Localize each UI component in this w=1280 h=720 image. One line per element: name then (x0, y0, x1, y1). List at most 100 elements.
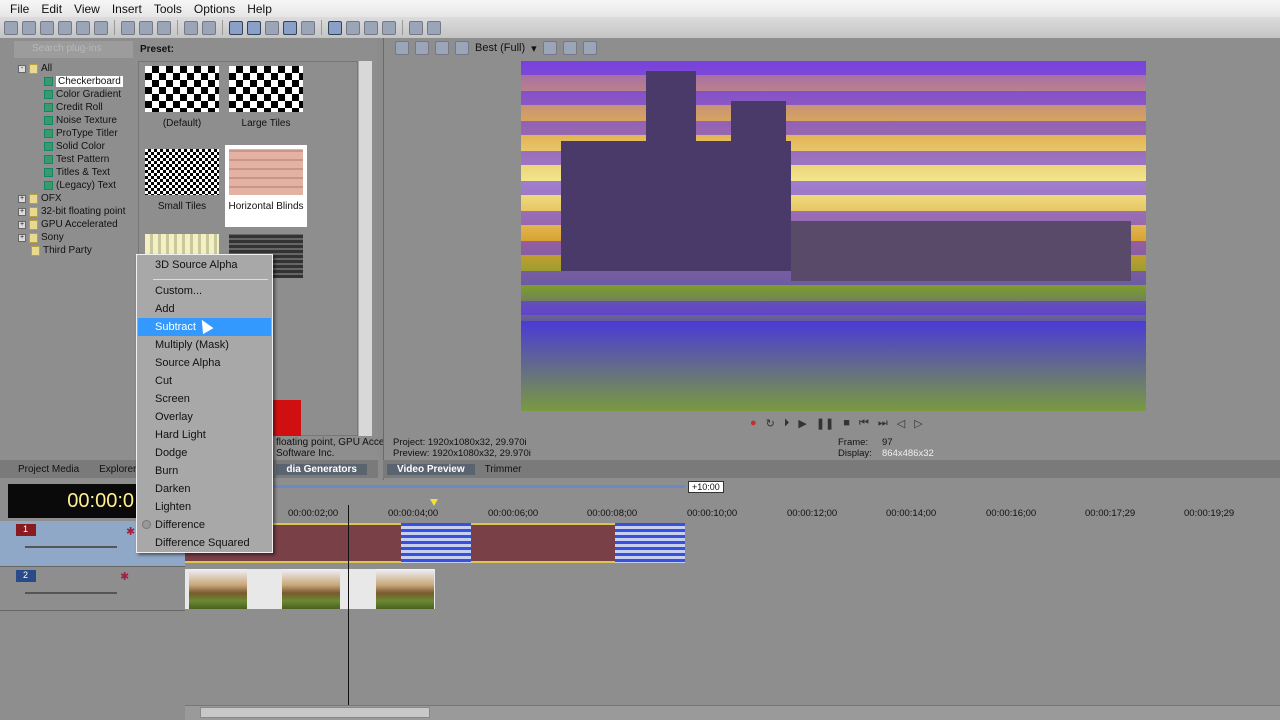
tree-item[interactable]: Third Party (31, 245, 92, 256)
brush-icon[interactable] (409, 20, 423, 35)
menu-item-add[interactable]: Add (138, 300, 271, 318)
overlays-icon[interactable] (455, 41, 469, 55)
split-screen-icon[interactable] (435, 41, 449, 55)
tree-item-all[interactable]: - All (18, 63, 52, 74)
menu-options[interactable]: Options (188, 2, 241, 16)
play-from-start-icon[interactable]: ⏵ (784, 417, 790, 430)
menu-item-difference[interactable]: Difference (138, 516, 271, 534)
grid-icon[interactable] (542, 41, 557, 55)
tree-item[interactable]: (Legacy) Text (44, 180, 116, 191)
tab-video-preview[interactable]: Video Preview (387, 463, 475, 475)
scrollbar-thumb[interactable] (200, 707, 430, 718)
expand-icon[interactable]: + (18, 207, 26, 216)
menu-item-dodge[interactable]: Dodge (138, 444, 271, 462)
paste-icon[interactable] (157, 20, 171, 35)
copy-snapshot-icon[interactable] (562, 41, 577, 55)
redo-icon[interactable] (202, 20, 216, 35)
menu-tools[interactable]: Tools (148, 2, 188, 16)
menu-item-lighten[interactable]: Lighten (138, 498, 271, 516)
blinds-clip[interactable] (615, 523, 685, 563)
menu-insert[interactable]: Insert (106, 2, 148, 16)
envelope-tool-icon[interactable] (346, 20, 360, 35)
opacity-slider[interactable] (25, 546, 117, 548)
video-clip-thumbnail[interactable] (282, 569, 340, 609)
zoom-tool-icon[interactable] (382, 20, 396, 35)
menu-item-custom[interactable]: Custom... (138, 282, 271, 300)
tree-item[interactable]: Credit Roll (44, 102, 103, 113)
auto-ripple-icon[interactable] (229, 20, 243, 35)
menu-view[interactable]: View (68, 2, 106, 16)
menu-help[interactable]: Help (241, 2, 278, 16)
ignore-grouping-icon[interactable] (301, 20, 315, 35)
open-icon[interactable] (22, 20, 36, 35)
tree-item[interactable]: ProType Titler (44, 128, 118, 139)
preset-large-tiles[interactable]: Large Tiles (225, 62, 307, 129)
time-ruler[interactable]: 00:00:02;00 00:00:04;00 00:00:06;00 00:00:0… (185, 505, 1280, 521)
go-to-start-icon[interactable]: ⏮ (859, 417, 869, 430)
preset-thumbnail[interactable] (145, 234, 219, 254)
preset-horizontal-blinds[interactable]: Horizontal Blinds (225, 145, 307, 227)
tab-trimmer[interactable]: Trimmer (475, 464, 532, 475)
preset-small-tiles[interactable]: Small Tiles (141, 145, 223, 212)
normal-edit-tool-icon[interactable] (328, 20, 342, 35)
expand-icon[interactable]: + (18, 194, 26, 203)
help-icon[interactable] (427, 20, 441, 35)
chevron-down-icon[interactable]: ▾ (531, 42, 537, 55)
menu-item-3d-source-alpha[interactable]: 3D Source Alpha (138, 256, 271, 274)
next-frame-icon[interactable]: ▷ (914, 417, 922, 430)
menu-file[interactable]: File (4, 2, 35, 16)
opacity-slider[interactable] (25, 592, 117, 594)
tree-item[interactable]: Color Gradient (44, 89, 121, 100)
loop-icon[interactable]: ↻ (766, 417, 775, 430)
menu-edit[interactable]: Edit (35, 2, 68, 16)
lock-envelopes-icon[interactable] (247, 20, 261, 35)
tree-item-ofx[interactable]: + OFX (18, 193, 62, 204)
stop-icon[interactable]: ■ (843, 417, 850, 430)
menu-item-burn[interactable]: Burn (138, 462, 271, 480)
playhead-cursor[interactable] (348, 505, 349, 705)
track-header-2[interactable]: 2 ✱ (0, 567, 185, 611)
preset-scrollbar[interactable] (358, 61, 372, 436)
preview-quality-dropdown[interactable]: Best (Full) (475, 42, 525, 54)
save-icon[interactable] (40, 20, 54, 35)
menu-item-multiply-mask[interactable]: Multiply (Mask) (138, 336, 271, 354)
tree-item[interactable]: +32-bit floating point (18, 206, 126, 217)
properties-icon[interactable] (94, 20, 108, 35)
menu-item-cut[interactable]: Cut (138, 372, 271, 390)
play-icon[interactable]: ▶ (798, 417, 806, 430)
tree-item[interactable]: + GPU Accelerated (18, 219, 118, 230)
fx-icon[interactable]: ✱ (120, 570, 129, 583)
undo-icon[interactable] (184, 20, 198, 35)
go-to-end-icon[interactable]: ⏭ (878, 417, 888, 430)
save-snapshot-icon[interactable] (582, 41, 597, 55)
new-icon[interactable] (4, 20, 18, 35)
menu-item-source-alpha[interactable]: Source Alpha (138, 354, 271, 372)
render-icon[interactable] (76, 20, 90, 35)
menu-item-overlay[interactable]: Overlay (138, 408, 271, 426)
record-icon[interactable]: ● (750, 417, 757, 430)
menu-item-difference-squared[interactable]: Difference Squared (138, 534, 271, 552)
tree-item-checkerboard[interactable]: Checkerboard (44, 76, 123, 87)
tree-item[interactable]: Noise Texture (44, 115, 117, 126)
tree-item[interactable]: Test Pattern (44, 154, 109, 165)
selection-tool-icon[interactable] (364, 20, 378, 35)
video-track-2[interactable] (185, 567, 1280, 611)
copy-icon[interactable] (139, 20, 153, 35)
tree-item[interactable]: Solid Color (44, 141, 105, 152)
snapping-icon[interactable] (265, 20, 279, 35)
video-track-1[interactable] (185, 521, 1280, 567)
menu-item-screen[interactable]: Screen (138, 390, 271, 408)
fx-icon[interactable]: ✱ (126, 525, 135, 538)
expand-icon[interactable]: + (18, 220, 26, 229)
external-monitor-icon[interactable] (415, 41, 429, 55)
search-input[interactable]: Search plug-ins (14, 41, 133, 58)
collapse-icon[interactable]: - (18, 64, 26, 73)
video-clip-thumbnail[interactable] (376, 569, 434, 609)
pause-icon[interactable]: ❚❚ (816, 417, 834, 430)
tab-project-media[interactable]: Project Media (8, 464, 89, 475)
menu-item-hard-light[interactable]: Hard Light (138, 426, 271, 444)
previous-frame-icon[interactable]: ◁ (897, 417, 905, 430)
tab-media-generators[interactable]: dia Generators (276, 463, 367, 475)
preset-thumbnail[interactable] (273, 400, 301, 436)
auto-crossfade-icon[interactable] (283, 20, 297, 35)
